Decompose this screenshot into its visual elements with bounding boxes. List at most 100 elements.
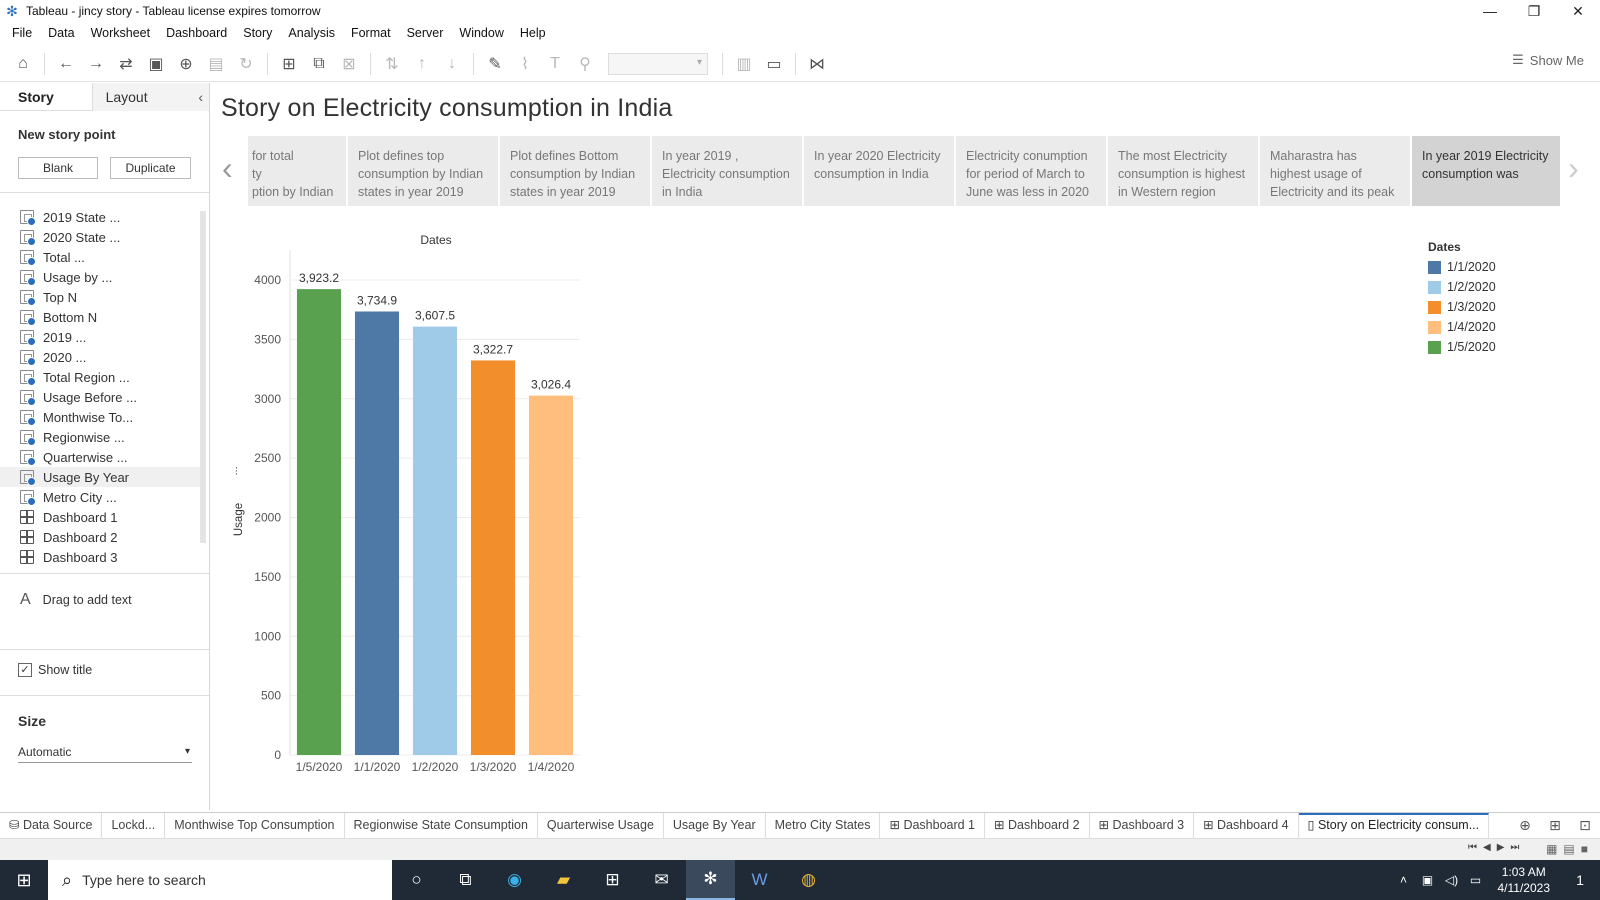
sort-ascending-icon[interactable]: ↑ (407, 50, 437, 78)
sheet-list-item[interactable]: Total ... (0, 247, 200, 267)
sheet-list-item[interactable]: Dashboard 1 (0, 507, 200, 527)
menu-file[interactable]: File (4, 26, 40, 40)
duplicate-sheet-icon[interactable]: ⧉ (304, 50, 334, 78)
bar[interactable] (412, 326, 458, 755)
pause-updates-icon[interactable]: ▤ (201, 50, 231, 78)
sheet-list-item[interactable]: Dashboard 2 (0, 527, 200, 547)
menu-window[interactable]: Window (451, 26, 511, 40)
taskbar-clock[interactable]: 1:03 AM 4/11/2023 (1498, 864, 1551, 896)
sheet-tab[interactable]: Usage By Year (664, 813, 766, 838)
legend-item[interactable]: 1/3/2020 (1428, 297, 1496, 317)
bar[interactable] (528, 395, 574, 755)
sheet-tab[interactable]: ▯ Story on Electricity consum... (1298, 813, 1490, 838)
sheet-list-item[interactable]: Usage Before ... (0, 387, 200, 407)
cortana-icon[interactable]: ○ (392, 860, 441, 900)
sheet-tab[interactable]: ⊞ Dashboard 2 (985, 813, 1090, 838)
redo-icon[interactable]: → (81, 50, 111, 78)
bar[interactable] (296, 289, 342, 755)
swap-rows-columns-icon[interactable]: ⇅ (377, 50, 407, 78)
minimize-button[interactable]: — (1468, 0, 1512, 22)
sheet-navigation-icons[interactable]: ⏮◀▶⏭ (1468, 842, 1525, 853)
microsoft-store-icon[interactable]: ⊞ (588, 860, 637, 900)
sheet-list-item[interactable]: Dashboard 3 (0, 547, 200, 567)
menu-server[interactable]: Server (399, 26, 452, 40)
menu-dashboard[interactable]: Dashboard (158, 26, 235, 40)
sheet-list-item[interactable]: Usage By Year (0, 467, 200, 487)
close-button[interactable]: ✕ (1556, 0, 1600, 22)
windows-start-icon[interactable]: ⊞ (0, 860, 48, 900)
file-explorer-icon[interactable]: ▰ (539, 860, 588, 900)
story-point-caption[interactable]: In year 2019 , Electricity consumption i… (652, 136, 802, 206)
sheet-list-item[interactable]: Usage by ... (0, 267, 200, 287)
network-icon[interactable]: ▭ (1464, 873, 1488, 887)
story-point-caption[interactable]: Plot defines Bottom consumption by India… (500, 136, 650, 206)
blank-button[interactable]: Blank (18, 157, 98, 179)
new-worksheet-tab-icon[interactable]: ⊕ (1510, 813, 1540, 838)
sheet-tab[interactable]: Monthwise Top Consumption (165, 813, 345, 838)
sort-icon[interactable]: ⫶ (235, 466, 238, 478)
sheet-list-item[interactable]: 2019 State ... (0, 207, 200, 227)
new-data-source-icon[interactable]: ⊕ (171, 50, 201, 78)
share-icon[interactable]: ⋈ (802, 50, 832, 78)
legend-item[interactable]: 1/2/2020 (1428, 277, 1496, 297)
size-dropdown[interactable]: Automatic ▾ (18, 743, 192, 763)
new-dashboard-tab-icon[interactable]: ⊞ (1540, 813, 1570, 838)
sheet-list-item[interactable]: Bottom N (0, 307, 200, 327)
story-point-caption[interactable]: The most Electricity consumption is high… (1108, 136, 1258, 206)
menu-worksheet[interactable]: Worksheet (83, 26, 159, 40)
story-point-caption[interactable]: Maharastra has highest usage of Electric… (1260, 136, 1410, 206)
legend-item[interactable]: 1/5/2020 (1428, 337, 1496, 357)
chrome-icon[interactable]: ◍ (784, 860, 833, 900)
menu-analysis[interactable]: Analysis (280, 26, 343, 40)
tableau-taskbar-icon[interactable]: ✻ (686, 860, 735, 900)
sheet-list-scrollbar[interactable] (200, 211, 206, 543)
sheet-tab[interactable]: Metro City States (766, 813, 881, 838)
story-point-caption[interactable]: Plot defines top consumption by Indian s… (348, 136, 498, 206)
clear-sheet-icon[interactable]: ⊠ (334, 50, 364, 78)
sheet-tab[interactable]: ⛁ Data Source (0, 813, 103, 838)
tab-story[interactable]: Story (0, 83, 92, 111)
presentation-mode-icon[interactable]: ▭ (759, 50, 789, 78)
undo-icon[interactable]: ← (51, 50, 81, 78)
sheet-list-item[interactable]: Monthwise To... (0, 407, 200, 427)
chevron-up-icon[interactable]: ˄ (1392, 873, 1416, 887)
show-title-checkbox[interactable]: ✓ Show title (18, 663, 92, 677)
story-point-caption[interactable]: In year 2020 Electricity consumption in … (804, 136, 954, 206)
show-me-button[interactable]: ☰ Show Me (1512, 52, 1584, 68)
legend-item[interactable]: 1/1/2020 (1428, 257, 1496, 277)
meet-now-icon[interactable]: ▣ (1416, 873, 1440, 887)
story-point-caption[interactable]: for total ty ption by Indian (248, 136, 346, 206)
fit-dropdown[interactable] (608, 52, 708, 75)
notification-center-icon[interactable]: 1 (1560, 872, 1600, 888)
word-icon[interactable]: W (735, 860, 784, 900)
sheet-tab[interactable]: Regionwise State Consumption (345, 813, 538, 838)
new-story-tab-icon[interactable]: ⊡ (1570, 813, 1600, 838)
collapse-pane-icon[interactable]: ‹ (198, 83, 203, 111)
sheet-tab[interactable]: Quarterwise Usage (538, 813, 664, 838)
drag-to-add-text-item[interactable]: A Drag to add text (20, 591, 132, 609)
sheet-tab[interactable]: ⊞ Dashboard 4 (1194, 813, 1299, 838)
next-story-point-icon[interactable]: › (1568, 150, 1579, 187)
save-icon[interactable]: ▣ (141, 50, 171, 78)
sort-descending-icon[interactable]: ↓ (437, 50, 467, 78)
menu-story[interactable]: Story (235, 26, 280, 40)
restore-button[interactable]: ❐ (1512, 0, 1556, 22)
story-point-caption[interactable]: In year 2019 Electricity consumption was (1412, 136, 1560, 206)
replace-data-source-icon[interactable]: ⇄ (111, 50, 141, 78)
edge-browser-icon[interactable]: ◉ (490, 860, 539, 900)
show-mark-labels-icon[interactable]: T (540, 50, 570, 78)
group-members-icon[interactable]: ⌇ (510, 50, 540, 78)
sheet-list-item[interactable]: Top N (0, 287, 200, 307)
sheet-list-item[interactable]: Total Region ... (0, 367, 200, 387)
sheet-list-item[interactable]: 2020 State ... (0, 227, 200, 247)
legend-item[interactable]: 1/4/2020 (1428, 317, 1496, 337)
sheet-list-item[interactable]: 2020 ... (0, 347, 200, 367)
task-view-icon[interactable]: ⧉ (441, 860, 490, 900)
highlight-icon[interactable]: ✎ (480, 50, 510, 78)
bar[interactable] (354, 311, 400, 755)
sheet-list-item[interactable]: Metro City ... (0, 487, 200, 507)
sheet-list-item[interactable]: 2019 ... (0, 327, 200, 347)
volume-icon[interactable]: ◁) (1440, 873, 1464, 887)
show-cards-icon[interactable]: ▥ (729, 50, 759, 78)
bar[interactable] (470, 360, 516, 755)
